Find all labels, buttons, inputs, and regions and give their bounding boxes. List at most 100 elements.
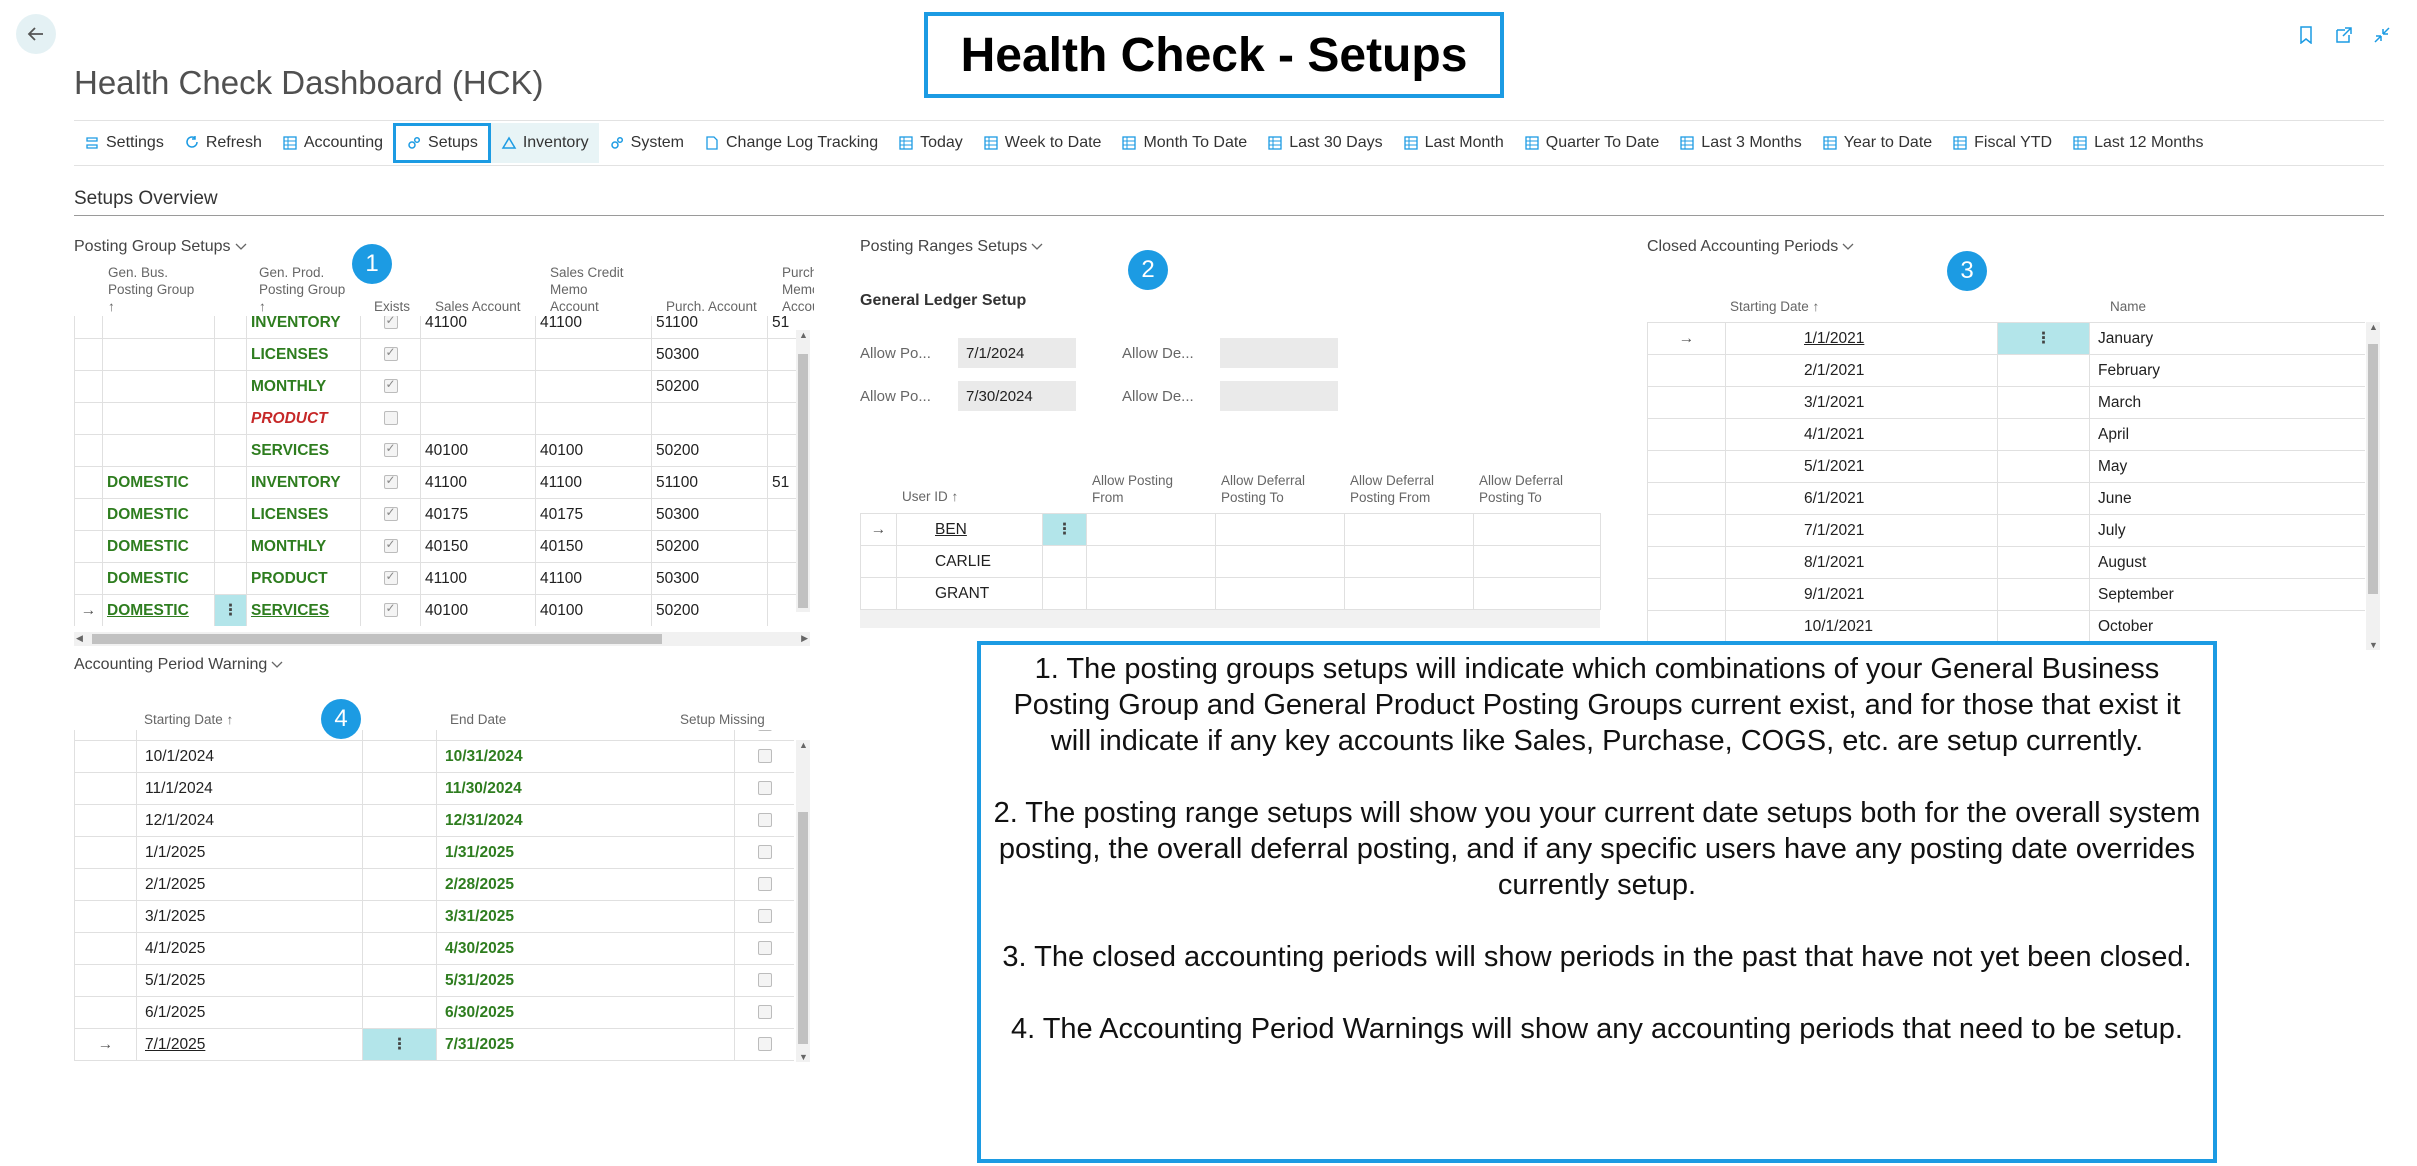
setup-missing-cell[interactable] [734, 964, 794, 997]
exists-cell[interactable] [360, 594, 421, 626]
allow-deferral-to-cell[interactable] [1473, 577, 1601, 610]
table-row[interactable]: 4/1/2021 April [1647, 418, 2365, 451]
warning-end-cell[interactable]: 3/31/2025 [436, 900, 735, 933]
action-last-3-months[interactable]: Last 3 Months [1669, 123, 1812, 163]
gen-prod-cell[interactable]: SERVICES [246, 594, 361, 626]
table-row[interactable]: 8/1/2021 August [1647, 546, 2365, 579]
setup-missing-checkbox[interactable] [757, 941, 772, 956]
table-row[interactable]: 9/1/2021 September [1647, 578, 2365, 611]
table-row[interactable]: DOMESTICLICENSES401754017550300 [74, 498, 796, 531]
warning-end-cell[interactable]: 5/31/2025 [436, 964, 735, 997]
closed-name-cell[interactable]: June [2089, 482, 2365, 515]
table-row[interactable]: 5/1/2021 May [1647, 450, 2365, 483]
closed-start-cell[interactable]: 3/1/2021 [1725, 386, 1998, 419]
setup-missing-cell[interactable] [734, 1028, 794, 1061]
table-row[interactable]: GRANT [860, 577, 1601, 610]
exists-cell[interactable] [360, 370, 421, 403]
closed-periods-title[interactable]: Closed Accounting Periods [1647, 238, 1854, 256]
period-warning-vscroll-thumb[interactable] [798, 812, 808, 1044]
closed-start-cell[interactable]: 1/1/2021 [1725, 322, 1998, 355]
setup-missing-checkbox[interactable] [757, 813, 772, 828]
purch-memo-cell[interactable] [767, 498, 796, 531]
sales-account-cell[interactable]: 40100 [420, 594, 536, 626]
warning-start-cell[interactable]: 7/1/2025 [136, 1028, 363, 1061]
row-menu-cell[interactable] [1042, 577, 1087, 610]
col-purch-account[interactable]: Purch. Account [666, 298, 757, 315]
allow-deferral-from-cell[interactable] [1344, 513, 1474, 546]
table-row[interactable]: → BEN ⋮ [860, 513, 1601, 546]
warning-end-cell[interactable]: 12/31/2024 [436, 804, 735, 837]
sales-credit-cell[interactable]: 40175 [535, 498, 652, 531]
action-week-to-date[interactable]: Week to Date [973, 123, 1112, 163]
table-row[interactable]: 2/1/2021 February [1647, 354, 2365, 387]
warning-start-cell[interactable]: 11/1/2024 [136, 772, 363, 805]
table-row[interactable]: 6/1/2025 6/30/2025 [74, 996, 794, 1029]
user-id-cell[interactable]: CARLIE [896, 545, 1043, 578]
sales-account-cell[interactable]: 40100 [420, 434, 536, 467]
table-row[interactable]: DOMESTICMONTHLY401504015050200 [74, 530, 796, 563]
sales-account-cell[interactable]: 40150 [420, 530, 536, 563]
warning-end-cell[interactable]: 9/30/2024 [436, 730, 735, 741]
row-menu-cell[interactable] [214, 434, 247, 467]
open-new-window-icon[interactable] [2333, 24, 2355, 46]
setup-missing-cell[interactable] [734, 900, 794, 933]
row-menu-cell[interactable] [1997, 578, 2090, 611]
warning-end-cell[interactable]: 1/31/2025 [436, 836, 735, 869]
exists-cell[interactable] [360, 316, 421, 339]
action-settings[interactable]: Settings [74, 123, 174, 163]
warning-end-cell[interactable]: 7/31/2025 [436, 1028, 735, 1061]
purch-account-cell[interactable]: 50300 [651, 498, 768, 531]
gen-bus-cell[interactable] [102, 434, 215, 467]
action-quarter-to-date[interactable]: Quarter To Date [1514, 123, 1670, 163]
gen-bus-cell[interactable]: DOMESTIC [102, 594, 215, 626]
sales-credit-cell[interactable]: 41100 [535, 466, 652, 499]
purch-memo-cell[interactable] [767, 402, 796, 435]
exists-checkbox[interactable] [383, 345, 398, 362]
warning-end-cell[interactable]: 10/31/2024 [436, 740, 735, 773]
gen-prod-cell[interactable]: LICENSES [246, 338, 361, 371]
action-system[interactable]: System [599, 123, 694, 163]
allow-deferral-from-field[interactable] [1220, 338, 1338, 368]
setup-missing-cell[interactable] [734, 996, 794, 1029]
period-warning-title[interactable]: Accounting Period Warning [74, 656, 283, 674]
purch-memo-cell[interactable] [767, 370, 796, 403]
col-gen-prod[interactable]: Gen. Prod. Posting Group ↑ [259, 264, 345, 315]
setup-missing-checkbox[interactable] [757, 1037, 772, 1052]
sales-account-cell[interactable]: 41100 [420, 316, 536, 339]
row-menu-cell[interactable] [362, 730, 437, 741]
closed-name-cell[interactable]: August [2089, 546, 2365, 579]
gen-bus-cell[interactable]: DOMESTIC [102, 466, 215, 499]
gen-bus-cell[interactable]: DOMESTIC [102, 562, 215, 595]
closed-start-cell[interactable]: 8/1/2021 [1725, 546, 1998, 579]
allow-posting-to-cell[interactable] [1215, 513, 1345, 546]
closed-start-cell[interactable]: 6/1/2021 [1725, 482, 1998, 515]
warning-start-cell[interactable]: 10/1/2024 [136, 740, 363, 773]
user-id-cell[interactable]: GRANT [896, 577, 1043, 610]
table-row[interactable]: MONTHLY 50200 [74, 370, 796, 403]
sales-credit-cell[interactable]: 41100 [535, 562, 652, 595]
gen-prod-cell[interactable]: MONTHLY [246, 530, 361, 563]
scroll-up-icon[interactable]: ▲ [799, 330, 808, 340]
posting-group-hscroll[interactable]: ◀ ▶ [74, 632, 810, 646]
sales-account-cell[interactable] [420, 370, 536, 403]
setup-missing-checkbox[interactable] [757, 1005, 772, 1020]
row-menu-cell[interactable] [214, 562, 247, 595]
col-warning-end[interactable]: End Date [450, 711, 506, 728]
gen-prod-cell[interactable]: INVENTORY [246, 316, 361, 339]
warning-start-cell[interactable]: 6/1/2025 [136, 996, 363, 1029]
gen-bus-cell[interactable]: DOMESTIC [102, 530, 215, 563]
purch-account-cell[interactable]: 50200 [651, 434, 768, 467]
scroll-down-icon[interactable]: ▼ [799, 1052, 808, 1062]
action-last-12-months[interactable]: Last 12 Months [2062, 123, 2213, 163]
row-menu-cell[interactable] [362, 804, 437, 837]
sales-account-cell[interactable] [420, 338, 536, 371]
exists-checkbox[interactable] [383, 411, 398, 426]
purch-account-cell[interactable]: 50200 [651, 370, 768, 403]
warning-start-cell[interactable]: 9/1/2024 [136, 730, 363, 741]
allow-posting-to-cell[interactable] [1215, 545, 1345, 578]
setup-missing-checkbox[interactable] [757, 730, 772, 732]
exists-cell[interactable] [360, 434, 421, 467]
action-year-to-date[interactable]: Year to Date [1812, 123, 1942, 163]
gen-bus-cell[interactable] [102, 338, 215, 371]
allow-deferral-from-cell[interactable] [1344, 545, 1474, 578]
